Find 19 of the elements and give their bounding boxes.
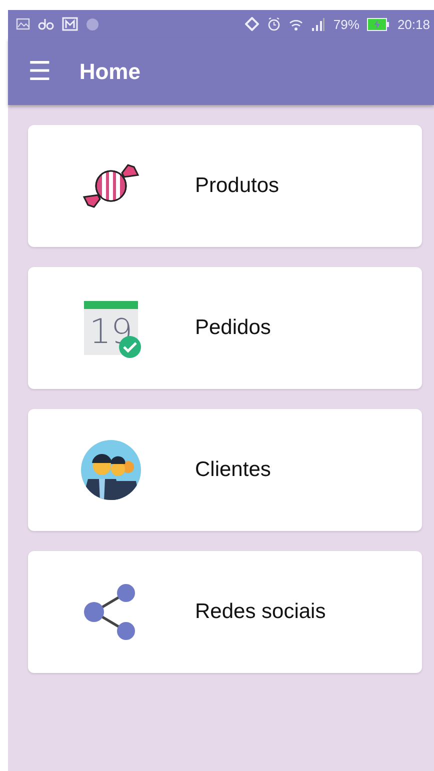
people-icon <box>80 439 142 501</box>
menu-card[interactable]: Redes sociais <box>28 551 422 673</box>
wifi-icon <box>289 18 304 30</box>
battery-charging-icon <box>367 18 390 30</box>
mail-icon <box>62 17 78 31</box>
image-icon <box>16 18 30 30</box>
signal-icon <box>311 18 326 30</box>
alarm-icon <box>267 17 282 31</box>
clock-time: 20:18 <box>397 16 430 32</box>
menu-label: Pedidos <box>195 316 271 340</box>
menu-label: Produtos <box>195 174 280 198</box>
menu-label: Clientes <box>195 458 271 482</box>
battery-percent: 79% <box>333 16 360 32</box>
menu-label: Redes sociais <box>195 600 326 624</box>
dot-icon <box>86 18 99 30</box>
screen-title: Home <box>79 58 140 84</box>
menu-card[interactable]: Clientes <box>28 409 422 531</box>
menu-button[interactable]: ☰ <box>28 58 52 84</box>
menu-card[interactable]: Produtos <box>28 125 422 247</box>
